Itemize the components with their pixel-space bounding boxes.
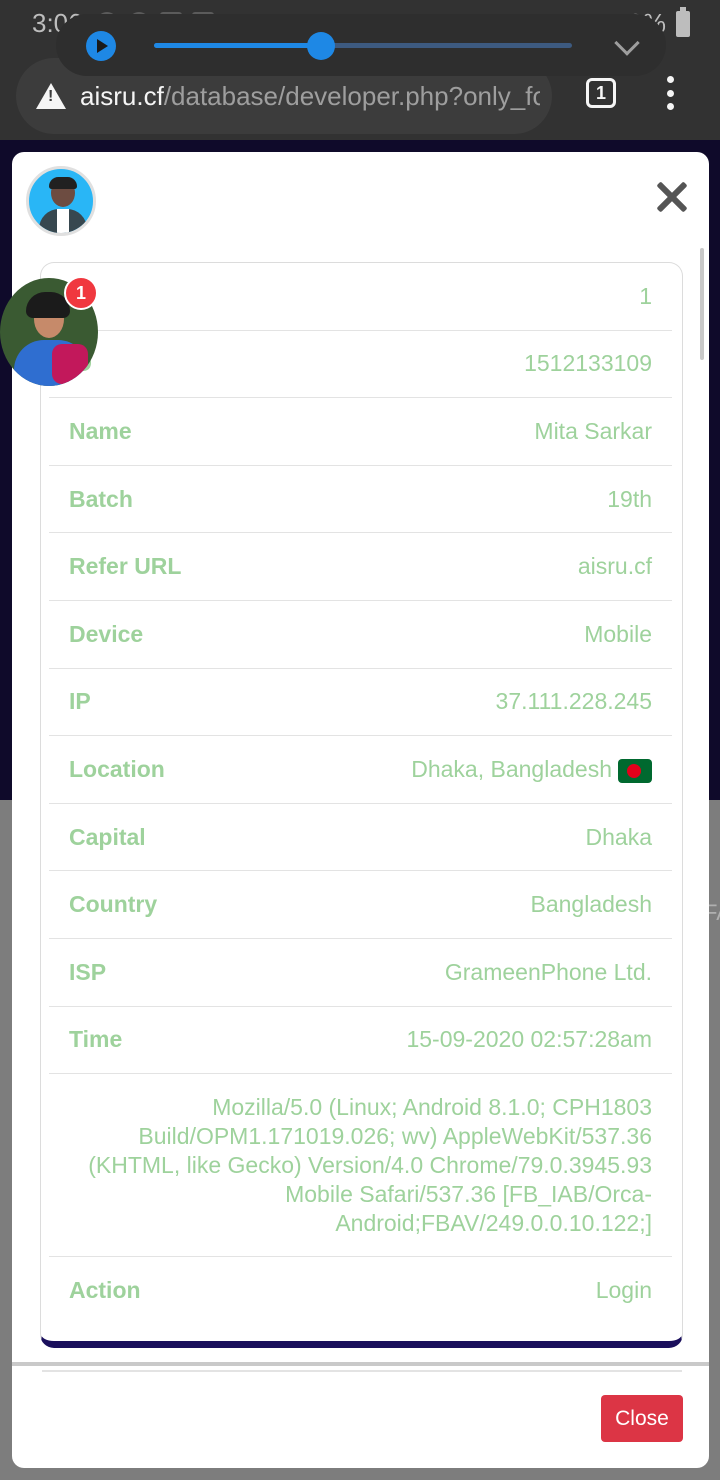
url-host: aisru.cf	[80, 80, 164, 111]
seek-bar-thumb[interactable]	[307, 32, 336, 60]
row-value: Dhaka, Bangladesh	[411, 755, 612, 782]
bangladesh-flag-icon	[618, 758, 652, 783]
row-label: Capital	[69, 823, 146, 850]
overflow-menu-icon[interactable]	[662, 76, 678, 110]
media-player	[56, 14, 666, 76]
row-value: 1	[639, 282, 652, 309]
modal-footer-divider	[42, 1370, 682, 1372]
table-row: Device Mobile	[49, 601, 672, 669]
user-agent-row: Mozilla/5.0 (Linux; Android 8.1.0; CPH18…	[49, 1074, 672, 1258]
details-modal: 1 ID1512133109 Name Mita Sarkar Batch 19th…	[12, 152, 709, 1468]
row-label: IP	[69, 688, 91, 715]
avatar	[26, 166, 96, 236]
row-label: Name	[69, 417, 132, 444]
user-agent-value: Mozilla/5.0 (Linux; Android 8.1.0; CPH18…	[88, 1093, 652, 1236]
row-value: Mobile	[584, 620, 652, 647]
table-row: Refer URL aisru.cf	[49, 533, 672, 601]
table-row: Location Dhaka, Bangladesh	[49, 736, 672, 804]
row-label: ISP	[69, 958, 107, 985]
row-label: Time	[69, 1026, 123, 1053]
row-value: 37.111.228.245	[495, 688, 652, 715]
table-row: ISP GrameenPhone Ltd.	[49, 939, 672, 1007]
table-row: IP 37.111.228.245	[49, 669, 672, 737]
table-row: Action Login	[49, 1257, 672, 1325]
close-icon[interactable]	[654, 180, 688, 214]
chevron-down-icon[interactable]	[614, 30, 640, 56]
chat-head[interactable]: 1	[0, 276, 98, 386]
row-value: Login	[595, 1277, 652, 1304]
close-button[interactable]: Close	[601, 1395, 683, 1442]
url-path: /database/developer.php?only_for	[163, 80, 540, 111]
modal-footer-divider	[12, 1362, 709, 1366]
url-text[interactable]: aisru.cf/database/developer.php?only_for	[80, 81, 540, 112]
row-value: aisru.cf	[577, 553, 652, 580]
location-value-wrap: Dhaka, Bangladesh	[411, 756, 652, 783]
row-label: Location	[69, 755, 165, 782]
row-value: Mita Sarkar	[534, 417, 652, 444]
battery-icon	[676, 6, 690, 37]
warning-icon[interactable]	[36, 83, 66, 109]
table-row: ID1512133109	[49, 331, 672, 399]
row-label: Action	[69, 1277, 141, 1304]
details-card: 1 ID1512133109 Name Mita Sarkar Batch 19th…	[40, 262, 683, 1348]
table-row: Country Bangladesh	[49, 871, 672, 939]
table-row: Name Mita Sarkar	[49, 398, 672, 466]
tab-switcher-button[interactable]: 1	[586, 78, 616, 108]
row-value: GrameenPhone Ltd.	[444, 958, 652, 985]
row-value: 19th	[607, 485, 652, 512]
table-row: Capital Dhaka	[49, 804, 672, 872]
row-value: 15-09-2020 02:57:28am	[406, 1026, 652, 1053]
row-label: Batch	[69, 485, 133, 512]
seek-bar[interactable]	[154, 32, 572, 60]
table-row: Time 15-09-2020 02:57:28am	[49, 1007, 672, 1075]
chat-head-badge: 1	[64, 276, 98, 310]
details-table: 1 ID1512133109 Name Mita Sarkar Batch 19th…	[49, 263, 672, 1325]
row-value: 1512133109	[524, 350, 652, 377]
table-row: Batch 19th	[49, 466, 672, 534]
row-value: Bangladesh	[530, 891, 653, 918]
row-label: Device	[69, 620, 144, 647]
scrollbar[interactable]	[700, 248, 704, 360]
seek-bar-progress	[154, 43, 322, 48]
table-row: 1	[49, 263, 672, 331]
row-label: Refer URL	[69, 553, 182, 580]
row-value: Dhaka	[585, 823, 652, 850]
play-icon[interactable]	[86, 31, 116, 61]
row-label: Country	[69, 891, 158, 918]
